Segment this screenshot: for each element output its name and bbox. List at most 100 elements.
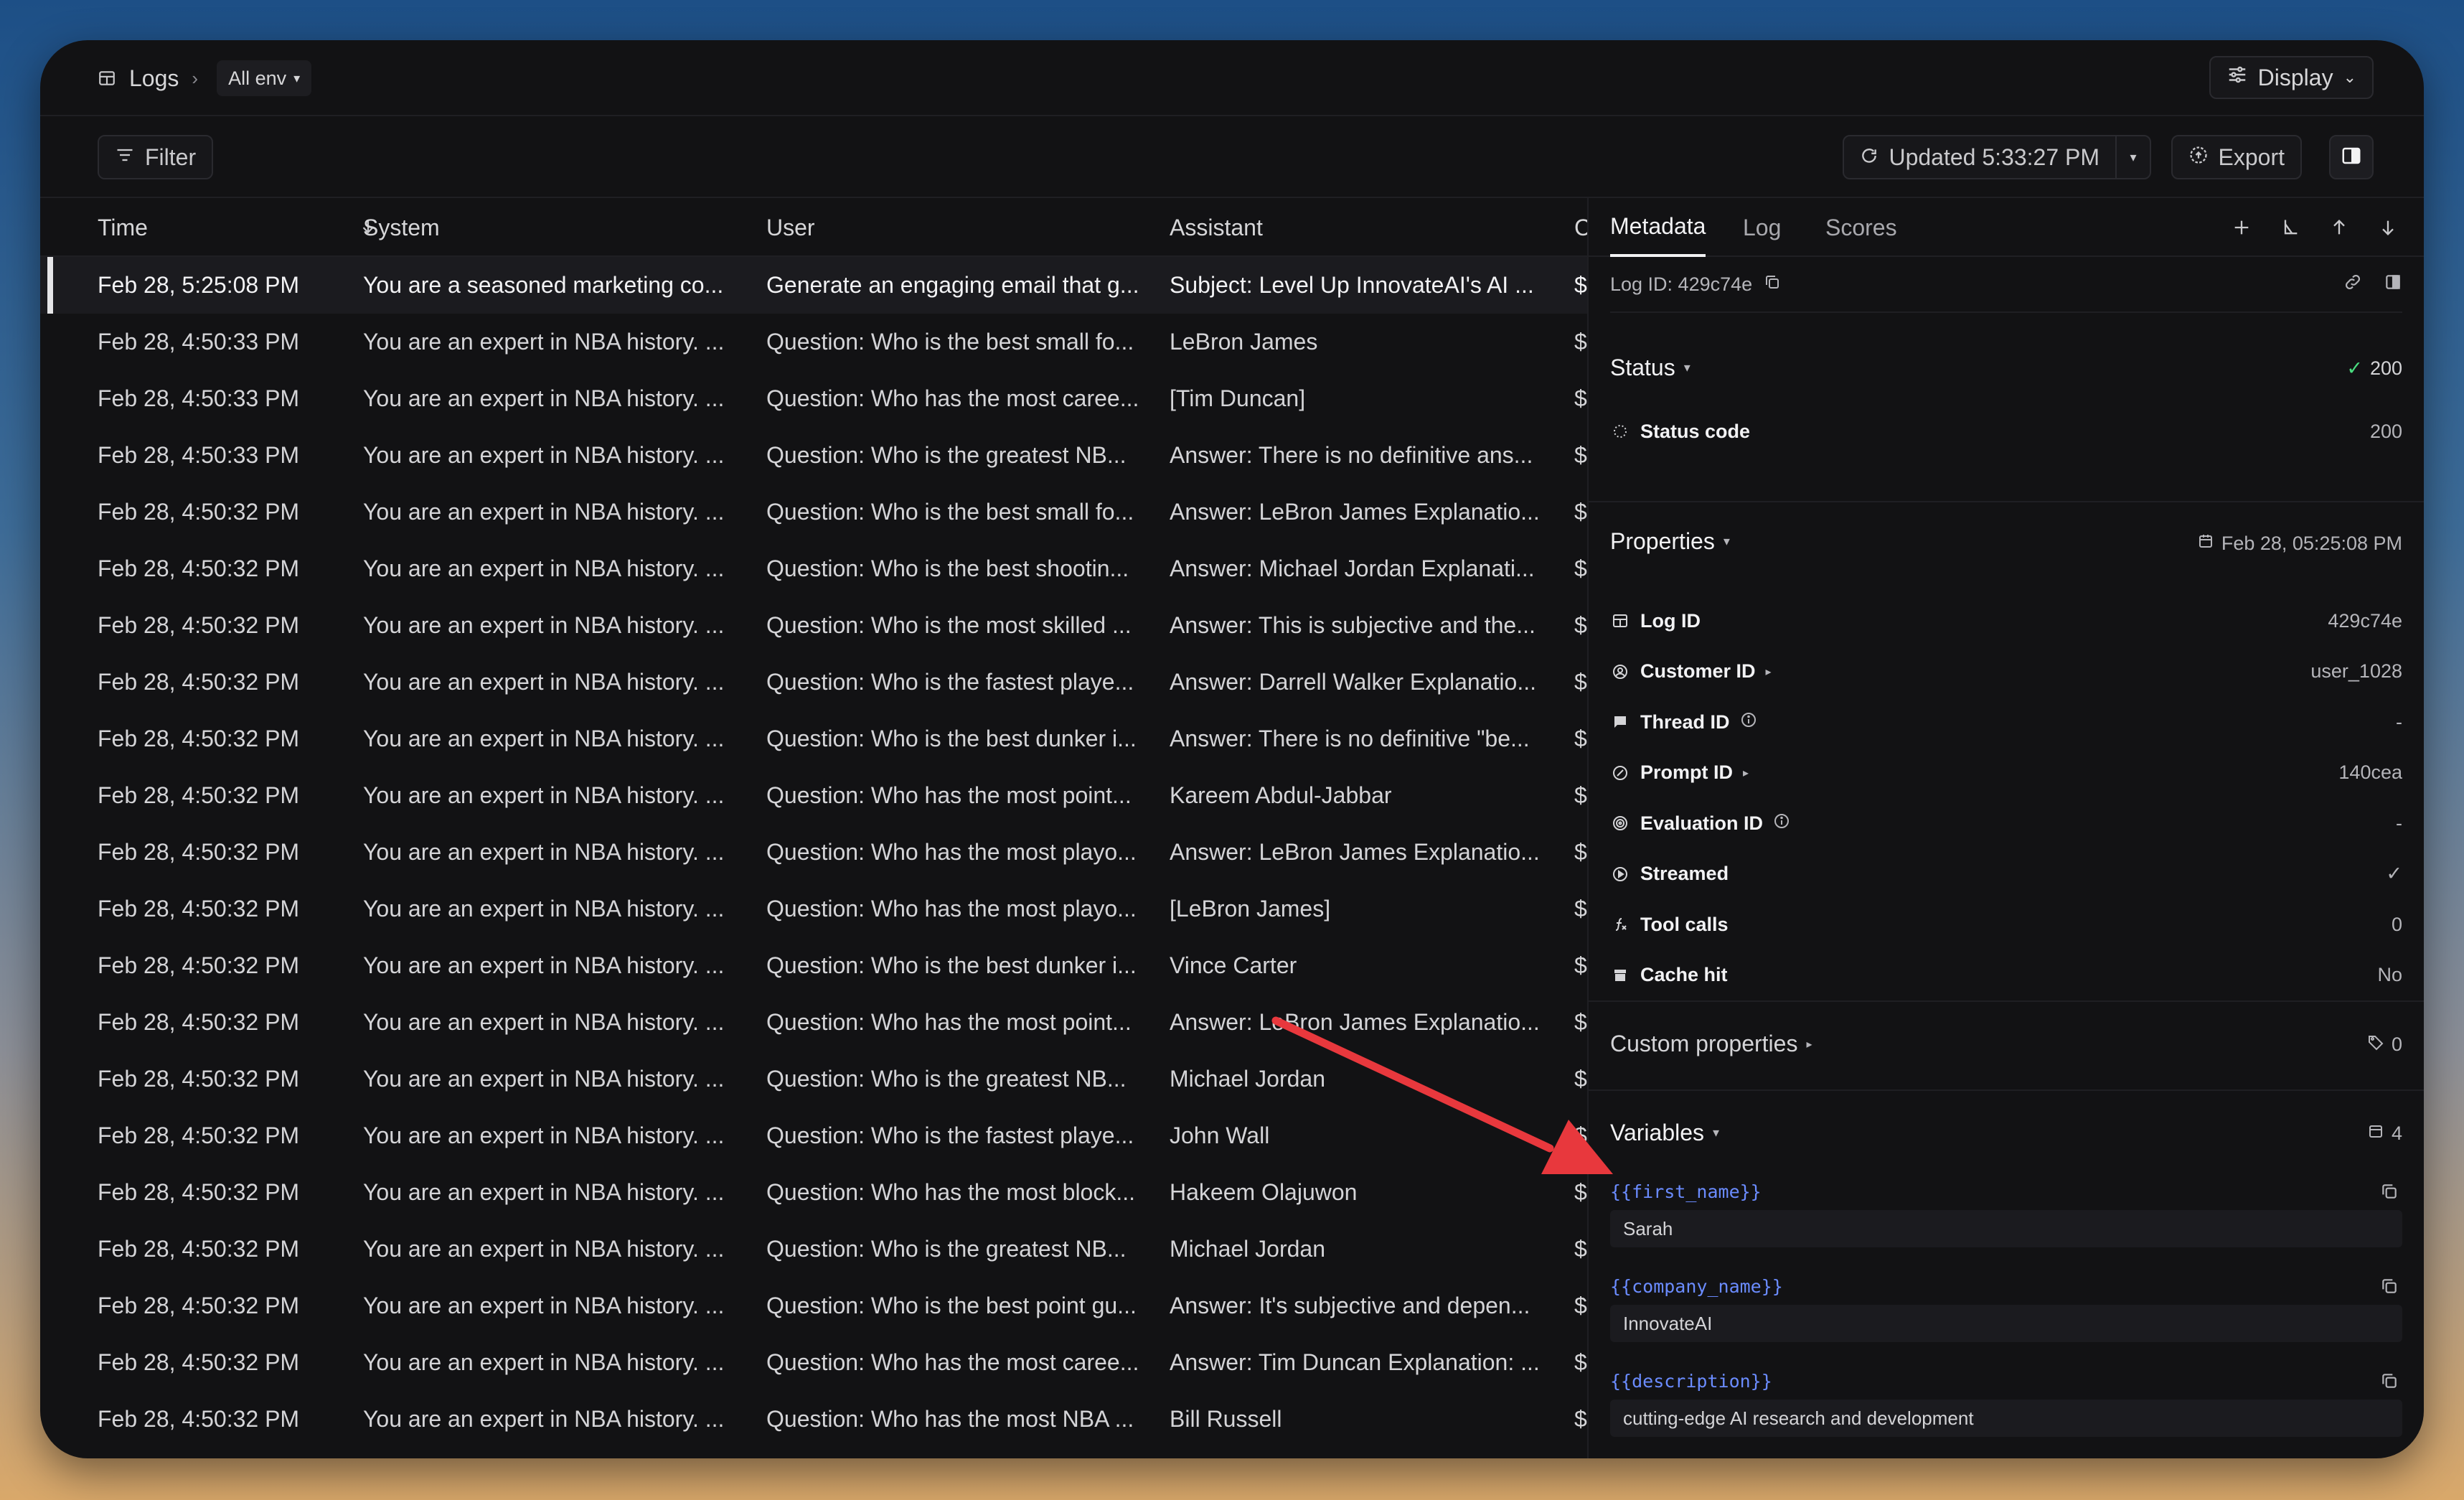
sliders-icon xyxy=(2226,64,2248,91)
table-row[interactable]: Feb 28, 4:50:32 PM You are an expert in N… xyxy=(40,994,1587,1051)
arrow-up-icon[interactable] xyxy=(2325,211,2354,244)
table-row[interactable]: Feb 28, 4:50:32 PM You are an expert in N… xyxy=(40,1391,1587,1448)
table-row[interactable]: Feb 28, 4:50:32 PM You are an expert in N… xyxy=(40,937,1587,994)
property-row: Evaluation ID - xyxy=(1610,798,2402,848)
property-value: - xyxy=(2396,812,2402,834)
tab-scores[interactable]: Scores xyxy=(1825,198,1897,257)
refresh-button[interactable]: Updated 5:33:27 PM xyxy=(1844,136,2117,178)
cell-cost: $ xyxy=(1574,782,1587,808)
cell-assistant: Answer: LeBron James Explanatio... xyxy=(1170,499,1540,525)
properties-title: Properties xyxy=(1610,528,1715,554)
cell-time: Feb 28, 4:50:32 PM xyxy=(98,1009,300,1035)
panel-actions xyxy=(2227,211,2402,244)
tab-metadata[interactable]: Metadata xyxy=(1610,198,1706,257)
cell-system: You are an expert in NBA history. ... xyxy=(363,499,725,525)
filter-icon xyxy=(115,144,135,171)
table-row[interactable]: Feb 28, 4:50:32 PM You are an expert in N… xyxy=(40,881,1587,937)
column-label: C xyxy=(1574,214,1587,240)
cell-time: Feb 28, 4:50:32 PM xyxy=(98,556,300,581)
column-header-time[interactable]: Time xyxy=(98,198,377,257)
breadcrumb: Logs › All env ▾ xyxy=(98,60,312,96)
cell-cost: $ xyxy=(1574,1349,1587,1375)
table-row[interactable]: Feb 28, 4:50:33 PM You are an expert in N… xyxy=(40,370,1587,427)
plus-icon[interactable] xyxy=(2227,211,2256,244)
cell-assistant: Answer: It's subjective and depen... xyxy=(1170,1293,1530,1318)
table-row[interactable]: Feb 28, 4:50:32 PM You are an expert in N… xyxy=(40,767,1587,824)
cell-user: Question: Who has the most point... xyxy=(766,1009,1132,1035)
status-section-toggle[interactable]: Status ▾ xyxy=(1610,355,1691,381)
cell-cost: $ xyxy=(1574,1009,1587,1035)
panel-tabs: Metadata Log Scores xyxy=(1589,198,2424,257)
column-header-cost[interactable]: C xyxy=(1574,198,1587,257)
table-row[interactable]: Feb 28, 4:50:32 PM You are an expert in N… xyxy=(40,484,1587,540)
chevron-down-icon: ⌄ xyxy=(2343,68,2356,86)
table-row[interactable]: Feb 28, 4:50:32 PM You are an expert in N… xyxy=(40,1334,1587,1391)
properties-date-text: Feb 28, 05:25:08 PM xyxy=(2221,533,2402,554)
flask-icon[interactable] xyxy=(2276,211,2305,244)
env-select[interactable]: All env ▾ xyxy=(217,60,312,96)
cell-system: You are an expert in NBA history. ... xyxy=(363,839,725,865)
table-row[interactable]: Feb 28, 4:50:33 PM You are an expert in N… xyxy=(40,314,1587,370)
properties-section-toggle[interactable]: Properties ▾ xyxy=(1610,528,1730,555)
chat-icon xyxy=(1610,713,1630,731)
cell-user: Question: Who is the fastest playe... xyxy=(766,669,1134,695)
table-row[interactable]: Feb 28, 4:50:32 PM You are an expert in N… xyxy=(40,1278,1587,1334)
caret-right-icon[interactable]: ▸ xyxy=(1743,766,1749,780)
info-icon[interactable] xyxy=(1740,711,1757,733)
tab-log[interactable]: Log xyxy=(1743,198,1781,257)
cell-assistant: Michael Jordan xyxy=(1170,1236,1325,1262)
column-header-user[interactable]: User xyxy=(766,198,815,257)
cell-system: You are an expert in NBA history. ... xyxy=(363,1349,725,1375)
variables-section-toggle[interactable]: Variables ▾ xyxy=(1610,1120,1719,1146)
copy-icon[interactable] xyxy=(2376,1272,2402,1300)
filter-button[interactable]: Filter xyxy=(98,135,214,179)
status-code-row: Status code 200 xyxy=(1610,406,2402,456)
copy-icon[interactable] xyxy=(2376,1177,2402,1206)
cell-assistant: Michael Jordan xyxy=(1170,1066,1325,1092)
cell-cost: $ xyxy=(1574,726,1587,751)
table-row[interactable]: Feb 28, 4:50:32 PM You are an expert in N… xyxy=(40,711,1587,767)
table-row[interactable]: Feb 28, 4:50:32 PM You are an expert in N… xyxy=(40,540,1587,597)
split-view-icon[interactable] xyxy=(2384,273,2402,296)
panel-toggle-button[interactable] xyxy=(2329,135,2374,179)
info-icon[interactable] xyxy=(1773,812,1790,835)
property-value: ✓ xyxy=(2386,863,2402,884)
cell-system: You are an expert in NBA history. ... xyxy=(363,1406,725,1432)
column-header-system[interactable]: System xyxy=(363,198,440,257)
copy-icon[interactable] xyxy=(1764,273,1781,296)
copy-icon[interactable] xyxy=(2376,1367,2402,1395)
refresh-options-button[interactable]: ▾ xyxy=(2117,136,2150,178)
display-label: Display xyxy=(2257,64,2333,90)
table-row[interactable]: Feb 28, 4:50:32 PM You are an expert in N… xyxy=(40,654,1587,711)
table-row[interactable]: Feb 28, 4:50:32 PM You are an expert in N… xyxy=(40,1221,1587,1278)
cell-assistant: John Wall xyxy=(1170,1122,1270,1148)
link-icon[interactable] xyxy=(2343,273,2362,296)
table-row[interactable]: Feb 28, 4:50:32 PM You are an expert in N… xyxy=(40,1164,1587,1221)
column-header-assistant[interactable]: Assistant xyxy=(1170,198,1263,257)
display-button[interactable]: Display ⌄ xyxy=(2209,56,2374,99)
cell-system: You are an expert in NBA history. ... xyxy=(363,1066,725,1092)
table-row[interactable]: Feb 28, 4:50:32 PM You are an expert in N… xyxy=(40,1107,1587,1164)
arrow-down-icon[interactable] xyxy=(2374,211,2402,244)
cell-assistant: Answer: There is no definitive "be... xyxy=(1170,726,1530,751)
custom-properties-toggle[interactable]: Custom properties ▸ xyxy=(1610,1031,1812,1057)
cell-assistant: [LeBron James] xyxy=(1170,896,1331,922)
cell-assistant: Bill Russell xyxy=(1170,1406,1282,1432)
caret-right-icon[interactable]: ▸ xyxy=(1766,665,1772,679)
cell-user: Question: Who is the best dunker i... xyxy=(766,726,1137,751)
table-row[interactable]: Feb 28, 4:50:33 PM You are an expert in N… xyxy=(40,427,1587,484)
table-row[interactable]: Feb 28, 4:50:32 PM You are an expert in N… xyxy=(40,824,1587,881)
property-value: - xyxy=(2396,711,2402,733)
cell-time: Feb 28, 5:25:08 PM xyxy=(98,272,300,298)
cell-system: You are an expert in NBA history. ... xyxy=(363,612,725,638)
breadcrumb-logs[interactable]: Logs xyxy=(129,65,179,92)
cell-assistant: LeBron James xyxy=(1170,329,1318,355)
table-row[interactable]: Feb 28, 4:50:32 PM You are an expert in N… xyxy=(40,597,1587,654)
export-button[interactable]: Export xyxy=(2171,135,2302,179)
column-label: Time xyxy=(98,214,148,240)
property-value: user_1028 xyxy=(2310,660,2402,682)
table-row[interactable]: Feb 28, 5:25:08 PM You are a seasoned mar… xyxy=(40,257,1587,314)
table-row[interactable]: Feb 28, 4:50:32 PM You are an expert in N… xyxy=(40,1051,1587,1107)
cell-assistant: Vince Carter xyxy=(1170,952,1297,978)
variable-name: {{company_name}} xyxy=(1610,1276,1783,1297)
